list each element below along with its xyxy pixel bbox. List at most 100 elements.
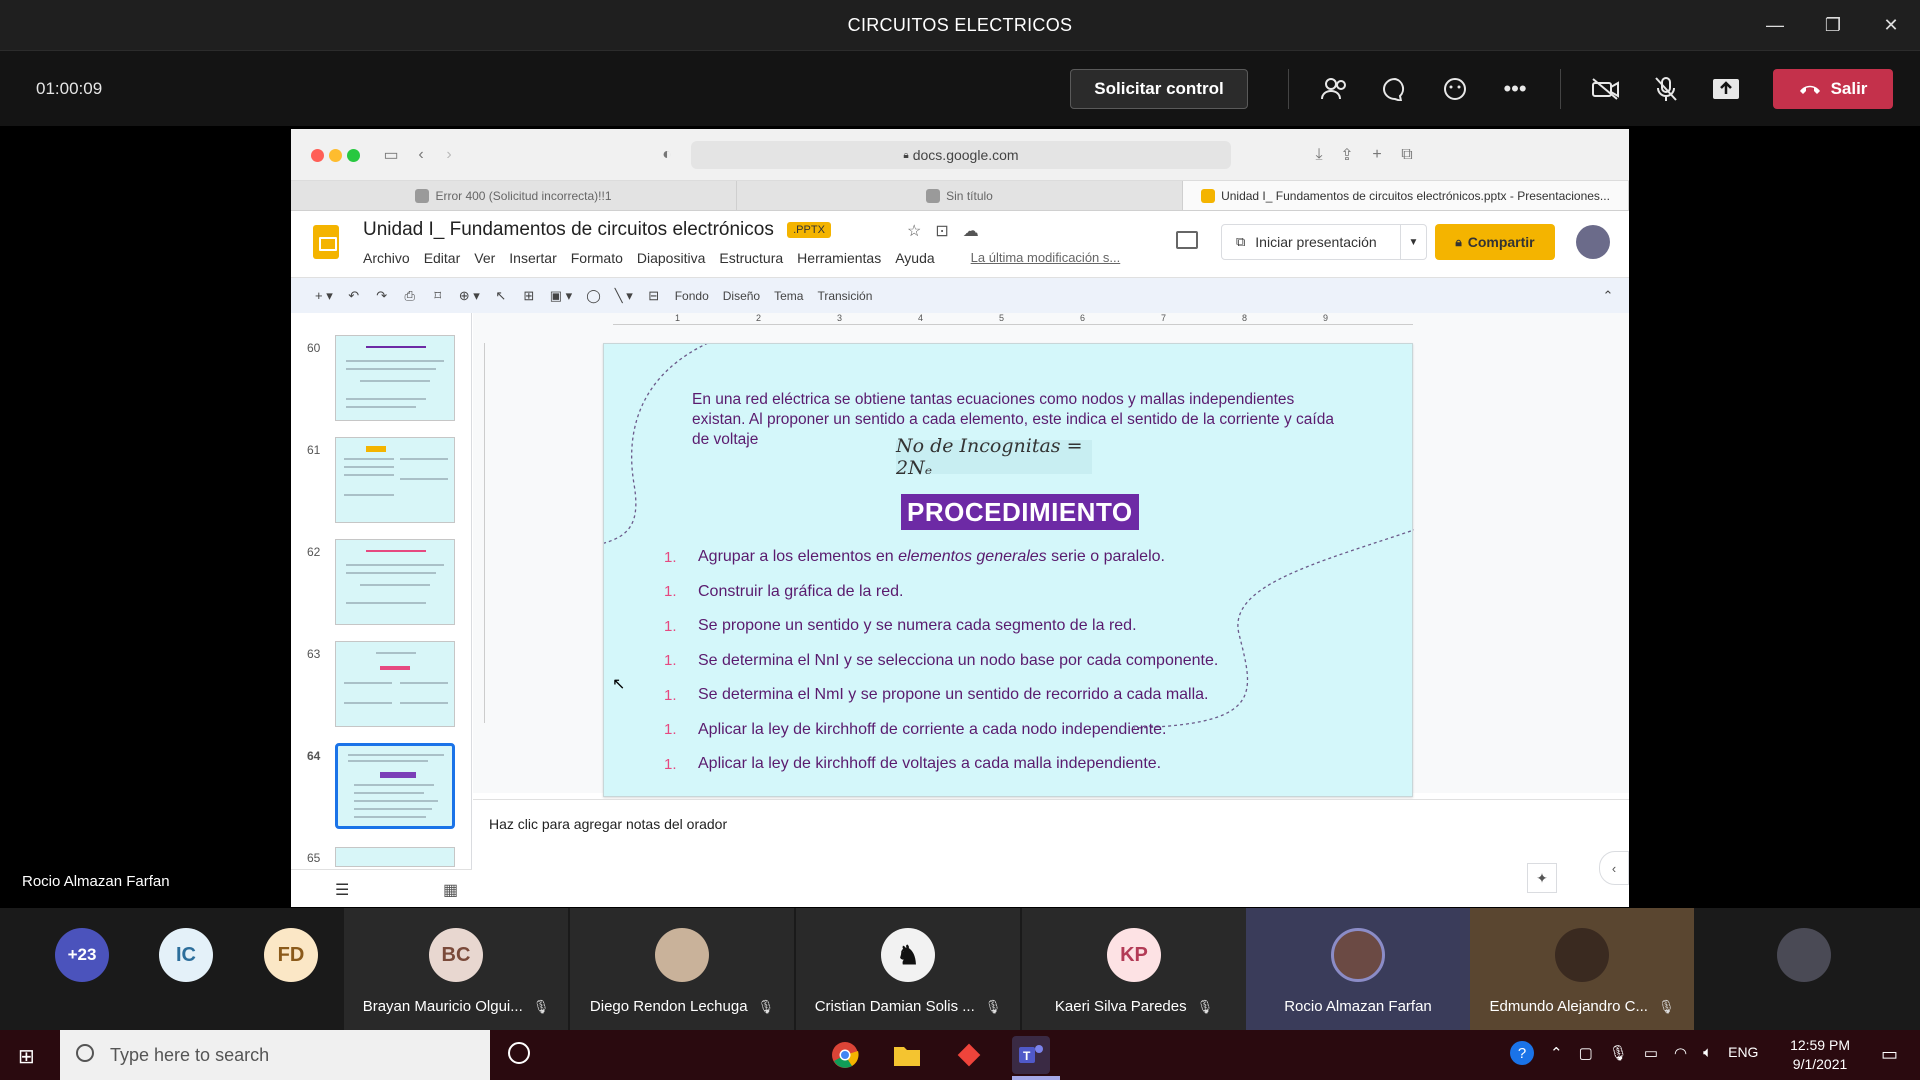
line-icon[interactable]: ╲ ▾	[615, 286, 633, 306]
zoom-icon[interactable]: ⊕ ▾	[459, 286, 480, 306]
slide-thumbnail[interactable]	[335, 437, 455, 523]
zoom-dot[interactable]	[347, 149, 360, 162]
theme-button[interactable]: Tema	[774, 289, 803, 303]
minimize-button[interactable]: —	[1746, 0, 1804, 50]
current-slide[interactable]: En una red eléctrica se obtiene tantas e…	[603, 343, 1414, 797]
taskbar-search[interactable]: Type here to search	[60, 1030, 490, 1080]
image-icon[interactable]: ▣ ▾	[550, 286, 572, 306]
menu-formato[interactable]: Formato	[571, 250, 623, 266]
language-indicator[interactable]: ENG	[1728, 1044, 1758, 1065]
cortana-icon[interactable]	[508, 1042, 530, 1064]
more-options-icon[interactable]: •••	[1495, 71, 1535, 107]
shape-icon[interactable]: ◯	[586, 286, 601, 306]
textbox-icon[interactable]: ⊞	[522, 286, 536, 306]
menu-diapositiva[interactable]: Diapositiva	[637, 250, 705, 266]
present-button[interactable]: ⧉ Iniciar presentación ▼	[1221, 224, 1427, 260]
request-control-button[interactable]: Solicitar control	[1070, 69, 1248, 109]
browser-tab[interactable]: Error 400 (Solicitud incorrecta)!!1	[291, 181, 737, 210]
star-icon[interactable]: ☆	[907, 221, 921, 241]
shield-icon[interactable]: ◐	[657, 145, 677, 165]
menu-insertar[interactable]: Insertar	[509, 250, 556, 266]
mic-off-icon[interactable]	[1646, 71, 1686, 107]
reactions-icon[interactable]	[1435, 71, 1475, 107]
self-view[interactable]	[1776, 908, 1832, 1030]
chat-icon[interactable]	[1375, 71, 1415, 107]
participant-tile[interactable]: IC	[158, 908, 214, 1030]
meeting-tray-icon[interactable]: ▢	[1579, 1044, 1593, 1065]
wifi-icon[interactable]: ◠	[1674, 1044, 1687, 1065]
chevron-down-icon[interactable]: ▼	[1400, 225, 1426, 259]
slide-thumbnail[interactable]	[335, 539, 455, 625]
minimize-dot[interactable]	[329, 149, 342, 162]
anydesk-icon[interactable]	[950, 1036, 988, 1074]
redo-icon[interactable]: ↷	[375, 286, 389, 306]
share-screen-icon[interactable]	[1706, 71, 1746, 107]
slide-thumbnail-selected[interactable]	[335, 743, 455, 829]
close-dot[interactable]	[311, 149, 324, 162]
participants-icon[interactable]	[1315, 71, 1355, 107]
participant-tile[interactable]: ♞ Cristian Damian Solis ... 🎙︎	[796, 908, 1020, 1030]
camera-off-icon[interactable]	[1586, 71, 1626, 107]
microphone-icon[interactable]: 🎙︎	[1609, 1044, 1628, 1065]
back-icon[interactable]: ‹	[411, 145, 431, 165]
file-explorer-icon[interactable]	[888, 1036, 926, 1074]
menu-editar[interactable]: Editar	[424, 250, 461, 266]
menu-archivo[interactable]: Archivo	[363, 250, 410, 266]
participant-video[interactable]: Edmundo Alejandro C... 🎙︎	[1470, 908, 1694, 1030]
slide-thumbnail[interactable]	[335, 847, 455, 867]
paint-format-icon[interactable]: ⌑	[431, 286, 445, 306]
close-button[interactable]: ✕	[1862, 0, 1920, 50]
menu-estructura[interactable]: Estructura	[719, 250, 783, 266]
taskbar-clock[interactable]: 12:59 PM 9/1/2021	[1790, 1036, 1850, 1074]
share-icon[interactable]: ⇪	[1337, 145, 1357, 165]
share-button[interactable]: 🔒︎ Compartir	[1435, 224, 1555, 260]
download-icon[interactable]: ⤓	[1309, 145, 1329, 165]
account-avatar[interactable]	[1576, 225, 1610, 259]
undo-icon[interactable]: ↶	[347, 286, 361, 306]
sidebar-icon[interactable]: ▭	[381, 145, 401, 165]
cloud-status-icon[interactable]: ☁	[963, 221, 979, 241]
design-button[interactable]: Diseño	[723, 289, 760, 303]
battery-icon[interactable]: ▭	[1644, 1044, 1658, 1065]
slide-thumbnail[interactable]	[335, 335, 455, 421]
chrome-icon[interactable]	[826, 1036, 864, 1074]
collapse-toolbar-icon[interactable]: ⌃	[1601, 286, 1615, 306]
speaker-notes[interactable]: Haz clic para agregar notas del orador ✦…	[473, 799, 1629, 907]
comment-add-icon[interactable]: ⊟	[647, 286, 661, 306]
new-tab-icon[interactable]: +	[1367, 145, 1387, 165]
comments-icon[interactable]	[1176, 231, 1198, 249]
teams-icon[interactable]: T	[1012, 1036, 1050, 1074]
forward-icon[interactable]: ›	[439, 145, 459, 165]
chevron-up-icon[interactable]: ⌃	[1550, 1044, 1563, 1065]
windows-start-icon[interactable]: ⊞	[18, 1044, 35, 1069]
move-folder-icon[interactable]: ⊡	[935, 221, 948, 241]
participant-tile-presenter[interactable]: Rocio Almazan Farfan	[1246, 908, 1470, 1030]
select-icon[interactable]: ↖	[494, 286, 508, 306]
browser-tab-active[interactable]: Unidad I_ Fundamentos de circuitos elect…	[1183, 181, 1629, 210]
explore-icon[interactable]: ✦	[1527, 863, 1557, 893]
participant-tile[interactable]: BC Brayan Mauricio Olgui... 🎙︎	[344, 908, 568, 1030]
slides-logo-icon[interactable]	[313, 225, 339, 259]
maximize-button[interactable]: ❐	[1804, 0, 1862, 50]
transition-button[interactable]: Transición	[817, 289, 872, 303]
tab-overview-icon[interactable]: ⧉	[1397, 145, 1417, 165]
document-title[interactable]: Unidad I_ Fundamentos de circuitos elect…	[363, 219, 831, 241]
grid-view-icon[interactable]: ▦	[443, 880, 458, 900]
volume-icon[interactable]: 🔈︎	[1703, 1044, 1712, 1065]
side-panel-toggle-icon[interactable]: ‹	[1599, 851, 1629, 885]
participant-tile[interactable]: Diego Rendon Lechuga 🎙︎	[570, 908, 794, 1030]
list-view-icon[interactable]: ☰	[335, 880, 349, 900]
print-icon[interactable]: ⎙	[403, 286, 417, 306]
url-bar[interactable]: 🔒︎ docs.google.com	[691, 141, 1231, 169]
help-icon[interactable]: ?	[1510, 1041, 1534, 1065]
browser-tab[interactable]: Sin título	[737, 181, 1183, 210]
slide-thumbnail[interactable]	[335, 641, 455, 727]
menu-ver[interactable]: Ver	[474, 250, 495, 266]
participant-tile[interactable]: FD	[263, 908, 319, 1030]
menu-herramientas[interactable]: Herramientas	[797, 250, 881, 266]
notifications-icon[interactable]: ▭	[1881, 1044, 1898, 1065]
last-modified-link[interactable]: La última modificación s...	[971, 250, 1121, 266]
leave-button[interactable]: Salir	[1773, 69, 1893, 109]
background-button[interactable]: Fondo	[675, 289, 709, 303]
participant-overflow[interactable]: +23	[54, 908, 110, 1030]
